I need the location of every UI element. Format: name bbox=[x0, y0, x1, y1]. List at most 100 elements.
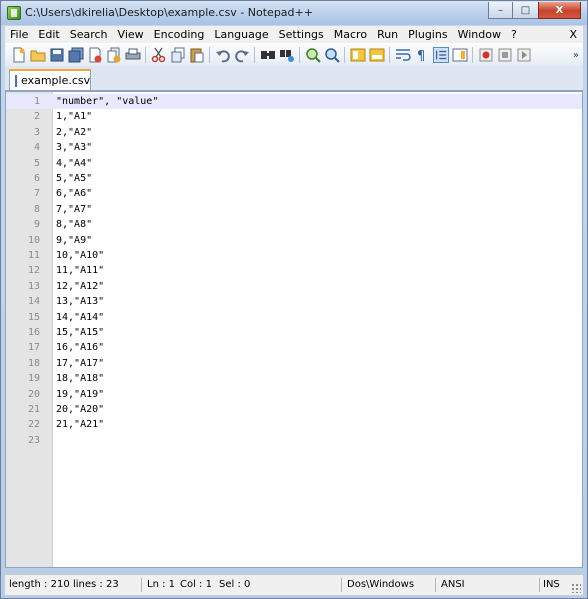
save-all-icon[interactable] bbox=[68, 47, 84, 63]
editor-line[interactable]: 12 11,"A11" bbox=[6, 263, 582, 278]
menu-bar: File Edit Search View Encoding Language … bbox=[5, 26, 583, 43]
editor-line[interactable]: 10 9,"A9" bbox=[6, 233, 582, 248]
zoom-in-icon[interactable] bbox=[305, 47, 321, 63]
minimize-button[interactable]: – bbox=[488, 2, 513, 19]
editor-line[interactable]: 15 14,"A14" bbox=[6, 310, 582, 325]
line-text: 4,"A4" bbox=[56, 157, 93, 169]
editor-line[interactable]: 23 bbox=[6, 433, 582, 448]
editor-line[interactable]: 19 18,"A18" bbox=[6, 371, 582, 386]
close-all-icon[interactable] bbox=[106, 47, 122, 63]
line-text: 21,"A21" bbox=[56, 419, 105, 431]
redo-icon[interactable] bbox=[234, 47, 250, 63]
indent-guide-icon[interactable] bbox=[432, 47, 449, 63]
line-number: 9 bbox=[33, 219, 40, 231]
editor-line[interactable]: 11 10,"A10" bbox=[6, 248, 582, 263]
toolbar-separator bbox=[344, 47, 345, 63]
line-number: 15 bbox=[27, 311, 40, 323]
status-ln: Ln : 1 bbox=[147, 579, 175, 590]
toolbar-separator bbox=[145, 47, 146, 63]
editor-line[interactable]: 2 1,"A1" bbox=[6, 109, 582, 124]
show-all-chars-icon[interactable]: ¶ bbox=[414, 47, 430, 63]
editor-line[interactable]: 4 3,"A3" bbox=[6, 140, 582, 155]
editor-line[interactable]: 18 17,"A17" bbox=[6, 356, 582, 371]
cut-icon[interactable] bbox=[151, 47, 167, 63]
line-number: 6 bbox=[33, 173, 40, 184]
menu-plugins[interactable]: Plugins bbox=[403, 26, 452, 43]
line-text: 7,"A7" bbox=[56, 203, 93, 215]
new-file-icon[interactable] bbox=[11, 47, 27, 63]
sync-horizontal-icon[interactable] bbox=[369, 47, 385, 63]
editor-line[interactable]: 14 13,"A13" bbox=[6, 294, 582, 309]
editor-line[interactable]: 1 "number", "value" bbox=[6, 94, 582, 110]
editor-line[interactable]: 3 2,"A2" bbox=[6, 125, 582, 140]
menu-settings[interactable]: Settings bbox=[274, 26, 329, 43]
editor-line[interactable]: 5 4,"A4" bbox=[6, 156, 582, 171]
line-text: 16,"A16" bbox=[56, 342, 105, 354]
document-tab-strip: example.csv bbox=[5, 66, 583, 91]
editor-line[interactable]: 21 20,"A20" bbox=[6, 402, 582, 417]
toolbar-separator bbox=[209, 47, 210, 63]
resize-grip[interactable] bbox=[571, 583, 581, 593]
doc-map-icon[interactable] bbox=[452, 47, 468, 63]
line-text: 6,"A6" bbox=[56, 188, 93, 200]
editor-line[interactable]: 22 21,"A21" bbox=[6, 417, 582, 432]
maximize-button[interactable]: □ bbox=[513, 2, 538, 19]
line-number: 12 bbox=[27, 265, 40, 277]
line-number: 11 bbox=[27, 250, 40, 261]
print-icon[interactable] bbox=[125, 47, 141, 63]
menu-macro[interactable]: Macro bbox=[329, 26, 372, 43]
menu-window[interactable]: Window bbox=[453, 26, 506, 43]
save-icon[interactable] bbox=[49, 47, 65, 63]
status-col: Col : 1 bbox=[180, 579, 212, 590]
title-bar[interactable]: C:\Users\dkirelia\Desktop\example.csv - … bbox=[1, 1, 587, 25]
sync-vertical-icon[interactable] bbox=[350, 47, 366, 63]
line-text: 14,"A14" bbox=[56, 311, 105, 323]
line-number: 1 bbox=[33, 96, 40, 107]
close-file-icon[interactable] bbox=[87, 47, 103, 63]
text-editor[interactable]: 1 "number", "value" 2 1,"A1" 3 2,"A2" 4 3,"A3" 5… bbox=[5, 91, 583, 568]
open-file-icon[interactable] bbox=[30, 47, 46, 63]
line-number: 17 bbox=[27, 342, 40, 354]
editor-line[interactable]: 7 6,"A6" bbox=[6, 186, 582, 201]
zoom-out-icon[interactable] bbox=[324, 47, 340, 63]
copy-icon[interactable] bbox=[170, 47, 186, 63]
menu-language[interactable]: Language bbox=[209, 26, 273, 43]
replace-icon[interactable] bbox=[279, 47, 295, 63]
menu-view[interactable]: View bbox=[113, 26, 149, 43]
editor-line[interactable]: 16 15,"A15" bbox=[6, 325, 582, 340]
menu-encoding[interactable]: Encoding bbox=[149, 26, 210, 43]
play-macro-icon[interactable] bbox=[516, 47, 532, 63]
tab-label: example.csv bbox=[21, 74, 91, 87]
close-window-button[interactable]: X bbox=[538, 2, 581, 19]
editor-line[interactable]: 6 5,"A5" bbox=[6, 171, 582, 186]
notepadpp-app-icon[interactable] bbox=[7, 6, 21, 20]
editor-line[interactable]: 20 19,"A19" bbox=[6, 387, 582, 402]
editor-line[interactable]: 17 16,"A16" bbox=[6, 340, 582, 355]
menu-file[interactable]: File bbox=[5, 26, 33, 43]
editor-line[interactable]: 8 7,"A7" bbox=[6, 202, 582, 217]
menu-run[interactable]: Run bbox=[372, 26, 403, 43]
line-text: 5,"A5" bbox=[56, 173, 93, 184]
line-text: "number", "value" bbox=[56, 96, 159, 107]
menu-help[interactable]: ? bbox=[506, 26, 522, 43]
record-macro-icon[interactable] bbox=[478, 47, 494, 63]
status-sel: Sel : 0 bbox=[219, 579, 251, 590]
status-bar: length : 210 lines : 23 Ln : 1 Col : 1 S… bbox=[5, 574, 583, 595]
paste-icon[interactable] bbox=[189, 47, 205, 63]
notepadpp-window: C:\Users\dkirelia\Desktop\example.csv - … bbox=[0, 0, 588, 599]
menu-edit[interactable]: Edit bbox=[33, 26, 64, 43]
undo-icon[interactable] bbox=[215, 47, 231, 63]
word-wrap-icon[interactable] bbox=[395, 47, 411, 63]
editor-line[interactable]: 13 12,"A12" bbox=[6, 279, 582, 294]
line-text: 9,"A9" bbox=[56, 234, 93, 246]
line-number: 22 bbox=[27, 419, 40, 431]
find-icon[interactable] bbox=[260, 47, 276, 63]
menu-search[interactable]: Search bbox=[65, 26, 113, 43]
stop-record-icon[interactable] bbox=[497, 47, 513, 63]
line-number: 4 bbox=[33, 142, 40, 154]
editor-line[interactable]: 9 8,"A8" bbox=[6, 217, 582, 232]
tab-example-csv[interactable]: example.csv bbox=[9, 69, 91, 90]
close-document-button[interactable]: X bbox=[569, 26, 577, 43]
toolbar-overflow-button[interactable]: » bbox=[573, 50, 579, 61]
line-number: 21 bbox=[27, 404, 40, 415]
